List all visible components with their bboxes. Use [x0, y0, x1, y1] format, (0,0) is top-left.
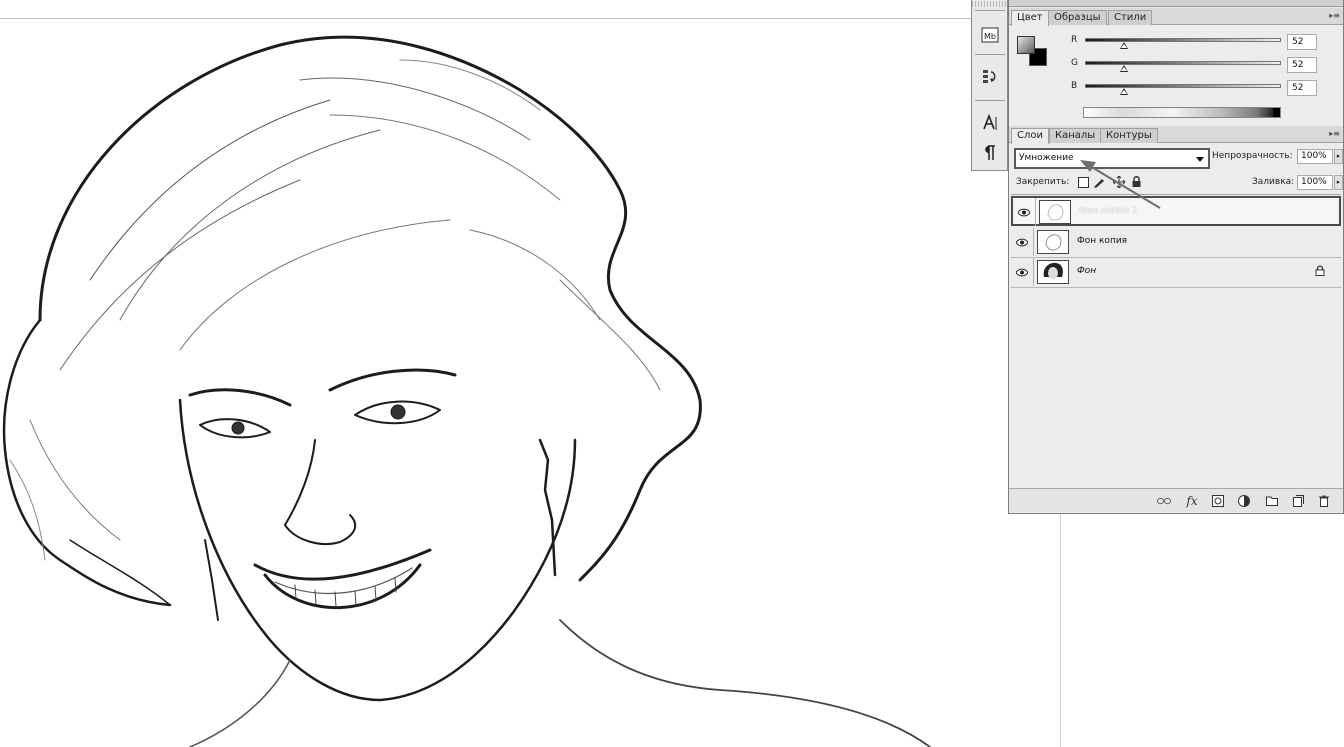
- link-layers-icon[interactable]: [1157, 494, 1171, 507]
- paragraph-icon[interactable]: [978, 142, 1002, 164]
- layer-name[interactable]: Фон: [1077, 266, 1096, 276]
- text-box-icon[interactable]: Mb: [978, 24, 1002, 46]
- channel-g-thumb[interactable]: [1120, 65, 1128, 72]
- new-group-icon[interactable]: [1265, 494, 1279, 507]
- layer-thumbnail-sketch: [1039, 200, 1071, 224]
- tab-styles[interactable]: Стили: [1108, 10, 1153, 25]
- fx-icon[interactable]: fx: [1185, 494, 1199, 508]
- eye-icon[interactable]: [1015, 266, 1029, 278]
- chevron-down-icon: [1196, 157, 1204, 162]
- lock-pixels-icon[interactable]: [1093, 176, 1105, 188]
- foreground-color-swatch[interactable]: [1017, 36, 1035, 54]
- layers-list: Фон копия 2 Фон копия Фон: [1011, 194, 1341, 488]
- color-spectrum-ramp[interactable]: [1083, 107, 1281, 118]
- opacity-input[interactable]: 100%: [1297, 149, 1333, 164]
- character-icon[interactable]: [978, 112, 1002, 134]
- channel-r-slider[interactable]: [1085, 38, 1281, 42]
- tab-paths[interactable]: Контуры: [1100, 128, 1158, 143]
- tab-swatches[interactable]: Образцы: [1048, 10, 1107, 25]
- lock-label: Закрепить:: [1016, 177, 1070, 187]
- row-separator: [1033, 228, 1034, 256]
- row-separator: [1033, 258, 1034, 286]
- lock-all-icon[interactable]: [1130, 176, 1142, 188]
- tab-channels[interactable]: Каналы: [1049, 128, 1102, 143]
- channel-b-slider[interactable]: [1085, 84, 1281, 88]
- channel-r-label: R: [1071, 35, 1078, 45]
- layers-panel-footer: fx: [1009, 488, 1343, 512]
- channel-b-thumb[interactable]: [1120, 88, 1128, 95]
- opacity-label: Непрозрачность:: [1212, 151, 1293, 161]
- document-top-edge: [0, 18, 1060, 19]
- channel-b-value[interactable]: 52: [1287, 80, 1317, 96]
- eye-icon[interactable]: [1017, 206, 1031, 218]
- layer-row[interactable]: Фон: [1011, 258, 1341, 288]
- lock-icon: [1315, 265, 1325, 279]
- layer-row-selected[interactable]: Фон копия 2: [1011, 196, 1341, 226]
- channel-r-value[interactable]: 52: [1287, 34, 1317, 50]
- eye-icon[interactable]: [1015, 236, 1029, 248]
- layer-name[interactable]: Фон копия: [1077, 236, 1127, 246]
- channel-r-thumb[interactable]: [1120, 42, 1128, 49]
- fill-input[interactable]: 100%: [1297, 175, 1333, 190]
- new-layer-icon[interactable]: [1291, 494, 1305, 507]
- adjustment-layer-icon[interactable]: [1237, 494, 1251, 507]
- delete-layer-icon[interactable]: [1317, 494, 1331, 507]
- panels-column: Цвет Образцы Стили ▸≡ R 52 G 52 B 52 Сло…: [1008, 0, 1344, 514]
- layer-thumbnail-photo: [1037, 260, 1069, 284]
- spectrum-black-end: [1273, 108, 1280, 117]
- panel-dock-strip: Mb: [971, 0, 1008, 171]
- tab-layers[interactable]: Слои: [1011, 128, 1049, 144]
- dock-separator: [975, 10, 1005, 11]
- layer-name[interactable]: Фон копия 2: [1079, 206, 1138, 216]
- color-panel-tabbar: Цвет Образцы Стили ▸≡: [1009, 8, 1343, 26]
- layer-row[interactable]: Фон копия: [1011, 228, 1341, 258]
- channel-b-label: B: [1071, 81, 1078, 91]
- opacity-arrow-icon[interactable]: ▸: [1334, 149, 1343, 164]
- blend-mode-dropdown[interactable]: Умножение: [1014, 148, 1210, 169]
- add-mask-icon[interactable]: [1211, 494, 1225, 507]
- tab-color[interactable]: Цвет: [1011, 10, 1049, 26]
- svg-text:Mb: Mb: [984, 32, 996, 41]
- panel-title-bar[interactable]: [1009, 0, 1343, 7]
- layers-panel-tabbar: Слои Каналы Контуры ▸≡: [1009, 126, 1343, 144]
- channel-g-slider[interactable]: [1085, 61, 1281, 65]
- lock-transparency-icon[interactable]: [1077, 176, 1089, 188]
- channel-g-label: G: [1071, 58, 1078, 68]
- row-separator: [1035, 198, 1036, 226]
- portrait-sketch-image: [2, 35, 931, 747]
- dock-grip-top[interactable]: [972, 1, 1007, 7]
- panel-menu-icon[interactable]: ▸≡: [1329, 11, 1340, 20]
- channel-g-value[interactable]: 52: [1287, 57, 1317, 73]
- blend-mode-value: Умножение: [1019, 153, 1074, 163]
- fill-arrow-icon[interactable]: ▸: [1334, 175, 1343, 190]
- history-icon[interactable]: [978, 66, 1002, 88]
- dock-separator: [975, 100, 1005, 101]
- panel-menu-icon[interactable]: ▸≡: [1329, 129, 1340, 138]
- lock-position-icon[interactable]: [1113, 176, 1125, 188]
- layer-thumbnail-sketch: [1037, 230, 1069, 254]
- fill-label: Заливка:: [1252, 177, 1295, 187]
- dock-separator: [975, 54, 1005, 55]
